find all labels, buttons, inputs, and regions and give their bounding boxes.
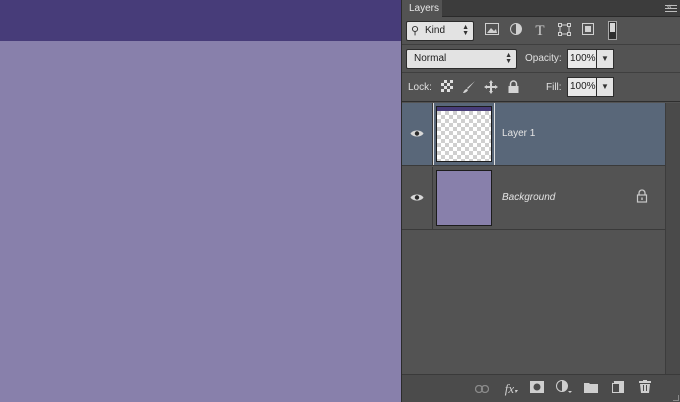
lock-transparent-pixels-icon[interactable] (439, 80, 455, 96)
layer-thumbnail[interactable] (436, 170, 492, 226)
lock-row: Lock: Fill: 100% ▼ (402, 74, 680, 102)
fill-label: Fill: (546, 82, 562, 93)
blend-mode-label: Normal (414, 53, 447, 64)
layer-thumbnail[interactable] (436, 106, 492, 162)
link-layers-icon[interactable] (473, 380, 491, 398)
add-mask-icon[interactable] (528, 380, 546, 398)
opacity-label: Opacity: (525, 53, 562, 64)
adjustment-layer-icon[interactable] (555, 380, 573, 398)
filter-kind-select[interactable]: ⚲ Kind ▲ ▼ (406, 21, 474, 41)
layer-name[interactable]: Background (502, 192, 555, 203)
panel-menu-icon[interactable] (665, 5, 677, 15)
fx-label: fx (504, 381, 515, 396)
layer-filter-row: ⚲ Kind ▲ ▼ T (402, 18, 680, 45)
type-filter-icon[interactable]: T (532, 23, 548, 39)
lock-all-icon[interactable] (505, 80, 521, 96)
panel-tab-bar: Layers « (402, 0, 680, 17)
layer-row-layer-1[interactable]: Layer 1 (402, 103, 665, 166)
layer-name[interactable]: Layer 1 (502, 128, 535, 139)
layer-divider (432, 167, 433, 230)
smart-object-filter-icon[interactable] (580, 23, 596, 39)
new-group-icon[interactable] (582, 380, 600, 398)
fill-dropdown-button[interactable]: ▼ (597, 77, 614, 97)
layer-row-background[interactable]: Background (402, 167, 665, 230)
adjustment-filter-icon[interactable] (508, 23, 524, 39)
lock-image-pixels-icon[interactable] (461, 80, 477, 96)
thumbnail-content-strip (437, 107, 491, 111)
canvas-top-band (0, 0, 401, 41)
layer-lock-icon (636, 189, 648, 203)
opacity-input[interactable]: 100% (567, 49, 597, 69)
visibility-eye-icon[interactable] (410, 193, 424, 202)
layers-bottom-toolbar: fx▾ (402, 374, 680, 402)
image-filter-icon[interactable] (484, 23, 500, 39)
blend-row: Normal ▲ ▼ Opacity: 100% ▼ (402, 46, 680, 73)
blend-mode-select[interactable]: Normal ▲ ▼ (406, 49, 517, 69)
layers-scrollbar[interactable] (665, 103, 680, 374)
tab-layers[interactable]: Layers (402, 0, 442, 17)
select-arrows-icon: ▲ ▼ (505, 52, 512, 65)
layer-style-button[interactable]: fx▾ (502, 380, 520, 398)
search-icon: ⚲ (411, 25, 420, 37)
document-canvas[interactable] (0, 0, 401, 402)
lock-position-icon[interactable] (483, 80, 499, 96)
lock-label: Lock: (408, 82, 432, 93)
select-arrows-icon: ▲ ▼ (462, 24, 469, 37)
opacity-dropdown-button[interactable]: ▼ (597, 49, 614, 69)
panel-resize-grip[interactable] (673, 395, 679, 401)
filter-toggle-switch[interactable] (608, 21, 617, 40)
new-layer-icon[interactable] (609, 380, 627, 398)
visibility-eye-icon[interactable] (410, 129, 424, 138)
layers-panel: Layers « ⚲ Kind ▲ ▼ T Normal ▲ ▼ Opacity… (402, 0, 680, 402)
layers-list: Layer 1 Background (402, 103, 665, 374)
filter-kind-label: Kind (425, 25, 446, 36)
fill-input[interactable]: 100% (567, 77, 597, 97)
delete-layer-icon[interactable] (636, 380, 654, 398)
shape-filter-icon[interactable] (556, 23, 572, 39)
